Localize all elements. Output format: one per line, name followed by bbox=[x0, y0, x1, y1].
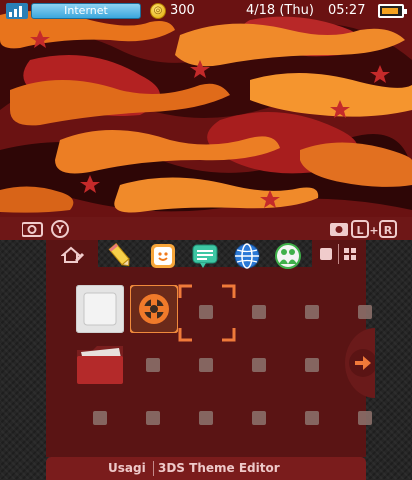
empty-slot[interactable] bbox=[305, 358, 319, 372]
scroll-right-arrow-icon[interactable] bbox=[345, 328, 375, 398]
empty-slot[interactable] bbox=[93, 411, 107, 425]
r-button-label: R bbox=[384, 224, 393, 237]
battery-icon bbox=[378, 4, 407, 18]
date: 4/18 (Thu) bbox=[246, 3, 314, 18]
home-settings-tab[interactable] bbox=[46, 240, 98, 270]
cartridge-icon[interactable] bbox=[76, 285, 124, 333]
app-title: 3DS Theme Editor bbox=[158, 461, 280, 475]
empty-slot[interactable] bbox=[305, 305, 319, 319]
bottom-info-bar: Usagi 3DS Theme Editor bbox=[46, 457, 366, 480]
clock: 05:27 bbox=[328, 3, 366, 18]
empty-slot[interactable] bbox=[358, 411, 372, 425]
empty-slot[interactable] bbox=[305, 411, 319, 425]
empty-slot[interactable] bbox=[199, 305, 213, 319]
divider bbox=[153, 461, 154, 476]
empty-slot[interactable] bbox=[199, 358, 213, 372]
shortcut-bar bbox=[46, 240, 366, 270]
folder-icon[interactable] bbox=[75, 342, 125, 386]
top-screen: Internet ◎ 300 4/18 (Thu) 05:27 Y L + R bbox=[0, 0, 412, 240]
wifi-signal-icon bbox=[6, 3, 28, 19]
bottom-screen: Usagi 3DS Theme Editor bbox=[0, 240, 412, 480]
top-screen-footer: Y L + R bbox=[0, 217, 412, 240]
connection-status: Internet bbox=[31, 3, 141, 19]
empty-slot[interactable] bbox=[199, 411, 213, 425]
coin-count: 300 bbox=[170, 3, 195, 18]
play-coin-icon: ◎ bbox=[150, 3, 166, 19]
view-toggle-tab[interactable] bbox=[312, 240, 366, 270]
empty-slot[interactable] bbox=[146, 411, 160, 425]
camera-y-button-icon[interactable]: Y bbox=[22, 220, 72, 238]
empty-slot[interactable] bbox=[358, 305, 372, 319]
pencil-icon[interactable] bbox=[106, 242, 134, 270]
user-name: Usagi bbox=[108, 461, 146, 475]
empty-slot[interactable] bbox=[252, 411, 266, 425]
empty-slot[interactable] bbox=[252, 358, 266, 372]
globe-icon[interactable] bbox=[233, 242, 261, 270]
camo-wallpaper bbox=[0, 0, 412, 240]
tf2-logo-icon[interactable] bbox=[130, 285, 178, 333]
l-button-label: L bbox=[356, 224, 363, 237]
friends-icon[interactable] bbox=[274, 242, 302, 270]
y-button-label: Y bbox=[55, 223, 65, 236]
status-bar: Internet ◎ 300 4/18 (Thu) 05:27 bbox=[0, 0, 412, 22]
empty-slot[interactable] bbox=[252, 305, 266, 319]
home-settings-icon bbox=[61, 246, 85, 263]
empty-slot[interactable] bbox=[146, 358, 160, 372]
smile-icon[interactable] bbox=[149, 242, 177, 270]
camera-lr-button-icon[interactable]: L + R bbox=[330, 220, 400, 238]
speech-bubble-icon[interactable] bbox=[191, 242, 219, 270]
svg-text:+: + bbox=[369, 224, 378, 237]
